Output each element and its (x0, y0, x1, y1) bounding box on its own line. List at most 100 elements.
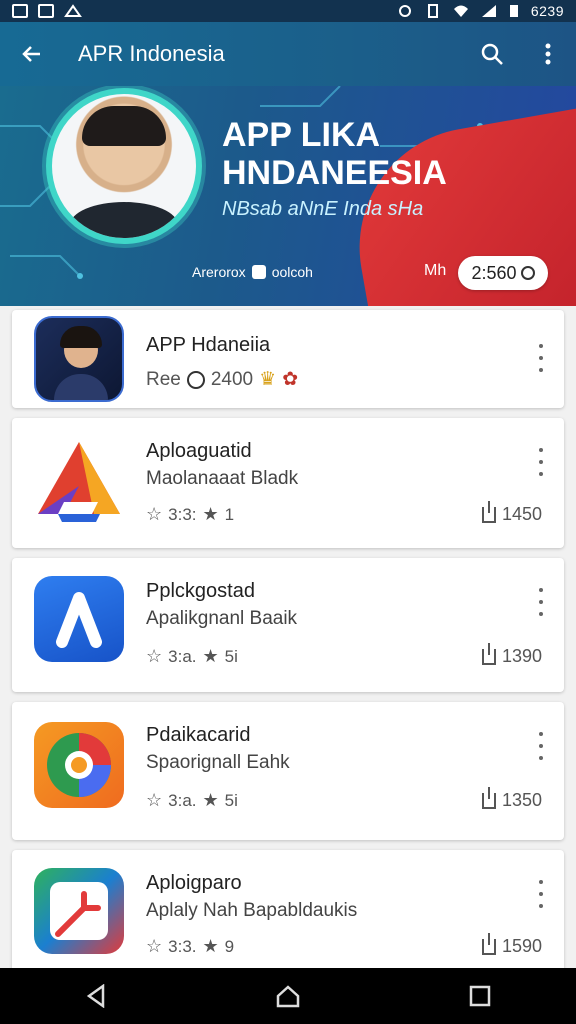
app-bar-title: APR Indonesia (78, 41, 225, 66)
battery-icon (509, 5, 518, 17)
app-subtitle: Apalikgnanl Baaik (146, 608, 298, 629)
featured-banner[interactable]: APP LIKA HNDANEESIA NBsab aNnE Inda sHa … (0, 86, 576, 306)
app-meta: ☆ 3:3: ★ 1 (146, 504, 234, 525)
banner-heading-line1: APP LIKA (222, 116, 381, 154)
app-card[interactable]: APP Hdaneiia Ree 2400 ♛ ✿ (12, 310, 564, 408)
app-more-button[interactable] (534, 880, 548, 908)
nav-home-icon (276, 985, 300, 1008)
app-more-button[interactable] (534, 448, 548, 476)
star-icon: ☆ (146, 790, 163, 810)
price-value: 2:560 (471, 262, 517, 283)
app-rating: 5i (224, 646, 238, 666)
app-meta: ☆ 3:a. ★ 5i (146, 790, 238, 811)
app-meta-label: 3:3: (168, 504, 197, 524)
app-card[interactable]: Aploaguatid Maolanaaat Bladk ☆ 3:3: ★ 1 … (12, 418, 564, 548)
alarm-icon (398, 5, 411, 17)
app-card[interactable]: Pplckgostad Apalikgnanl Baaik ☆ 3:a. ★ 5… (12, 558, 564, 692)
search-button[interactable] (464, 22, 520, 86)
share-icon (481, 786, 496, 809)
app-meta-value: 2400 (210, 368, 254, 390)
app-more-button[interactable] (534, 732, 548, 760)
app-meta-label: 3:a. (168, 646, 197, 666)
clock-icon (186, 370, 205, 389)
app-count-value: 1350 (501, 790, 542, 810)
search-icon (481, 43, 503, 65)
app-subtitle: Maolanaaat Bladk (146, 468, 299, 489)
nav-recents-icon (469, 985, 491, 1007)
app-title: Pdaikacarid (146, 724, 251, 746)
app-count-value: 1450 (501, 504, 542, 524)
banner-heading: APP LIKA HNDANEESIA (222, 116, 447, 192)
banner-footer-text: Arerorox (192, 264, 246, 280)
star-icon: ★ (202, 790, 219, 810)
app-count: 1390 (481, 642, 542, 667)
notification-icon (38, 4, 54, 18)
status-bar: 6239 (0, 0, 576, 22)
app-meta: Ree 2400 ♛ ✿ (146, 368, 298, 391)
nav-home-button[interactable] (248, 968, 328, 1024)
app-meta-label: 3:3. (168, 936, 197, 956)
app-title: Pplckgostad (146, 580, 255, 602)
star-icon: ☆ (146, 504, 163, 524)
app-subtitle: Spaorignall Eahk (146, 752, 290, 773)
notification-icon (12, 4, 28, 18)
price-button[interactable]: 2:560 (458, 256, 548, 290)
banner-footer-text2: oolcoh (271, 264, 313, 280)
more-vert-icon (545, 43, 551, 65)
star-icon: ★ (202, 646, 219, 666)
star-icon: ★ (202, 936, 219, 956)
app-more-button[interactable] (534, 588, 548, 616)
app-bar: APR Indonesia (0, 22, 576, 86)
wifi-icon (453, 5, 468, 17)
app-rating: 9 (224, 936, 235, 956)
notification-icon (64, 4, 82, 17)
app-count: 1450 (481, 500, 542, 525)
app-count: 1350 (481, 786, 542, 811)
app-rating: 1 (224, 504, 235, 524)
app-meta-label: Ree (146, 368, 181, 390)
nav-back-button[interactable] (56, 968, 136, 1024)
status-time: 6239 (530, 3, 564, 19)
app-subtitle: Aplaly Nah Bapabldaukis (146, 900, 358, 921)
share-icon (481, 642, 496, 665)
nav-back-icon (86, 984, 105, 1008)
banner-avatar (46, 88, 202, 244)
badge-icon (251, 265, 266, 279)
app-card[interactable]: Pdaikacarid Spaorignall Eahk ☆ 3:a. ★ 5i… (12, 702, 564, 840)
app-meta-label: 3:a. (168, 790, 197, 810)
app-count-value: 1590 (501, 936, 542, 956)
app-icon (34, 316, 124, 402)
clock-icon (520, 266, 535, 280)
vibrate-icon (427, 4, 438, 18)
more-options-button[interactable] (520, 22, 576, 86)
app-count-value: 1390 (501, 646, 542, 666)
lion-icon: ✿ (282, 369, 299, 390)
system-nav-bar (0, 968, 576, 1024)
app-card[interactable]: Aploigparo Aplaly Nah Bapabldaukis ☆ 3:3… (12, 850, 564, 968)
app-title: Aploigparo (146, 872, 242, 894)
app-meta: ☆ 3:a. ★ 5i (146, 646, 238, 667)
app-count: 1590 (481, 932, 542, 957)
app-icon (34, 722, 124, 808)
app-list: APP Hdaneiia Ree 2400 ♛ ✿ Aploaguatid Ma… (0, 306, 576, 968)
star-icon: ★ (202, 504, 219, 524)
banner-footer: Arerorox oolcoh (192, 264, 313, 280)
back-arrow-icon (22, 46, 40, 62)
crown-icon: ♛ (259, 369, 277, 390)
back-button[interactable] (0, 22, 64, 86)
nav-recents-button[interactable] (440, 968, 520, 1024)
app-title: APP Hdaneiia (146, 334, 271, 356)
banner-heading-line2: HNDANEESIA (222, 154, 447, 192)
star-icon: ☆ (146, 646, 163, 666)
banner-price-label: Mh (424, 262, 447, 279)
app-title: Aploaguatid (146, 440, 252, 462)
banner-subtitle: NBsab aNnE Inda sHa (222, 198, 424, 220)
notification-icons (12, 4, 82, 18)
app-meta: ☆ 3:3. ★ 9 (146, 936, 234, 957)
app-more-button[interactable] (534, 344, 548, 372)
app-rating: 5i (224, 790, 238, 810)
app-icon (34, 576, 124, 662)
app-icon (34, 438, 124, 524)
share-icon (481, 932, 496, 955)
signal-icon (481, 5, 496, 17)
